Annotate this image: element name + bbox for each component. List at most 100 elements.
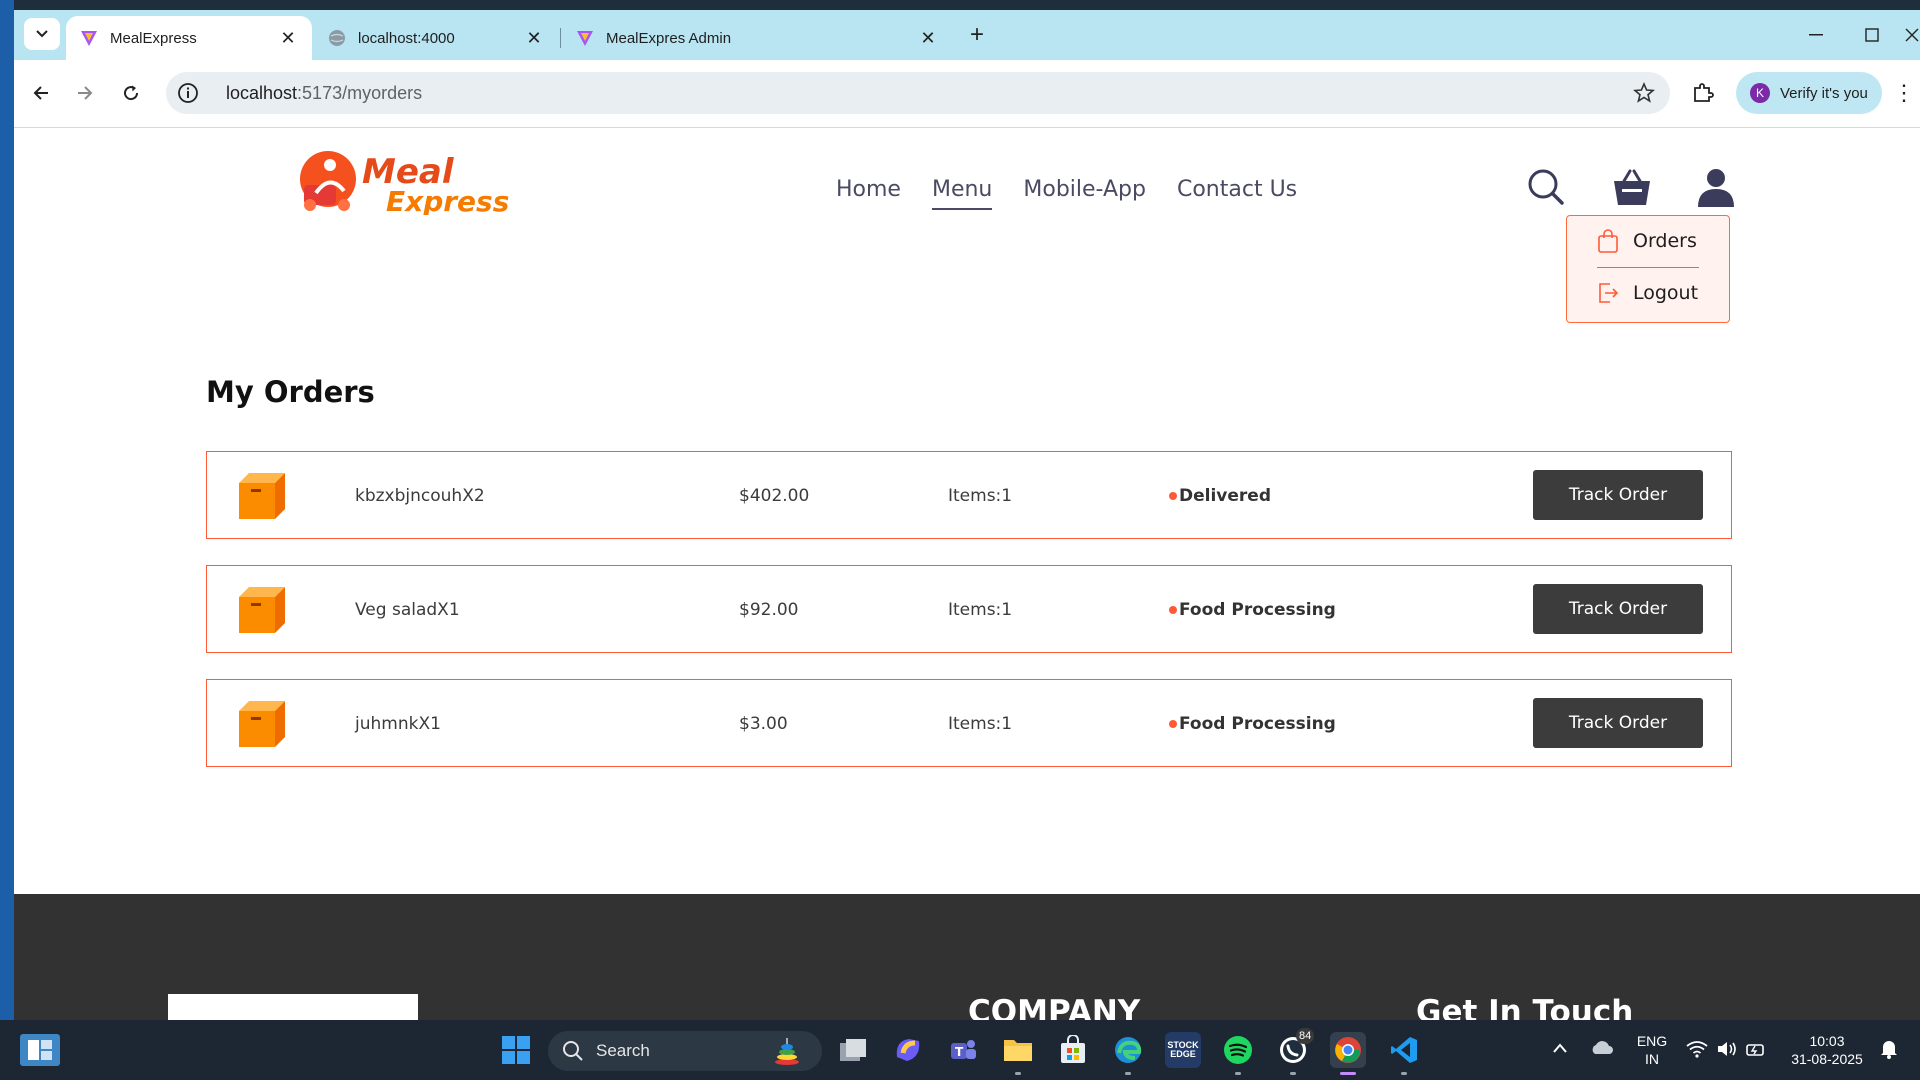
teams-icon[interactable]: T <box>945 1032 981 1068</box>
tab-admin[interactable]: MealExpres Admin ✕ <box>562 16 952 60</box>
reload-button[interactable] <box>114 76 148 110</box>
start-button[interactable] <box>498 1032 534 1068</box>
page-title: My Orders <box>206 375 375 409</box>
order-item-count: Items:1 <box>948 486 1013 506</box>
puzzle-icon <box>1694 83 1714 102</box>
running-indicator <box>1125 1072 1131 1075</box>
track-order-button[interactable]: Track Order <box>1533 584 1703 634</box>
task-view-icon[interactable] <box>836 1032 872 1068</box>
widgets-button[interactable] <box>20 1034 60 1066</box>
order-row: juhmnkX1 $3.00 Items:1 Food Processing T… <box>206 679 1732 767</box>
back-button[interactable] <box>24 76 58 110</box>
tab-title: localhost:4000 <box>358 29 455 47</box>
edge-icon[interactable] <box>1110 1032 1146 1068</box>
widgets-icon <box>28 1040 52 1060</box>
nav-contact-us[interactable]: Contact Us <box>1177 177 1297 210</box>
page-content: Meal Express Home Menu Mobile-App Contac… <box>14 129 1920 1020</box>
notification-bell-icon[interactable] <box>1878 1038 1900 1060</box>
close-icon[interactable]: ✕ <box>278 28 298 48</box>
copilot-icon[interactable] <box>890 1032 926 1068</box>
spotify-icon[interactable] <box>1220 1032 1256 1068</box>
main-nav: Home Menu Mobile-App Contact Us <box>836 177 1297 210</box>
chevron-down-icon <box>36 30 48 38</box>
forward-button[interactable] <box>68 76 102 110</box>
order-items: kbzxbjncouhX2 <box>355 486 485 506</box>
url-text[interactable]: localhost:5173/myorders <box>226 83 422 104</box>
close-icon[interactable]: ✕ <box>524 28 544 48</box>
track-order-button[interactable]: Track Order <box>1533 470 1703 520</box>
stock-edge-icon[interactable]: STOCK EDGE <box>1165 1032 1201 1068</box>
order-row: Veg saladX1 $92.00 Items:1 Food Processi… <box>206 565 1732 653</box>
verify-profile-button[interactable]: K Verify it's you <box>1736 72 1882 114</box>
status-dot <box>1169 720 1177 728</box>
volume-icon[interactable] <box>1716 1040 1738 1058</box>
tab-strip: MealExpress ✕ localhost:4000 ✕ MealExpre… <box>14 10 1920 60</box>
nav-mobile-app[interactable]: Mobile-App <box>1023 177 1146 210</box>
running-indicator <box>1290 1072 1296 1075</box>
status-badge: Delivered <box>1169 486 1271 506</box>
rings-toy-icon <box>775 1038 799 1065</box>
new-tab-button[interactable]: + <box>965 23 989 48</box>
extensions-button[interactable] <box>1686 76 1720 110</box>
basket-icon[interactable] <box>1612 167 1652 207</box>
windows-icon <box>502 1036 530 1064</box>
order-item-count: Items:1 <box>948 714 1013 734</box>
arrow-right-icon <box>78 86 93 100</box>
desktop-edge <box>0 0 14 1020</box>
footer-logo <box>168 994 418 1020</box>
active-indicator <box>1340 1072 1356 1075</box>
clock[interactable]: 10:03 31-08-2025 <box>1782 1032 1872 1068</box>
verify-label: Verify it's you <box>1780 84 1868 102</box>
track-order-button[interactable]: Track Order <box>1533 698 1703 748</box>
close-icon[interactable]: ✕ <box>918 28 938 48</box>
chrome-icon[interactable] <box>1330 1032 1366 1068</box>
tab-localhost[interactable]: localhost:4000 ✕ <box>314 16 558 60</box>
footer-company-title: COMPANY <box>968 994 1141 1020</box>
nav-home[interactable]: Home <box>836 177 901 210</box>
svg-text:Express: Express <box>386 185 509 215</box>
search-icon[interactable] <box>1526 167 1566 207</box>
vite-icon <box>80 29 98 47</box>
taskbar-search[interactable]: Search <box>548 1031 822 1071</box>
menu-kebab-icon[interactable]: ⋮ <box>1893 80 1915 106</box>
vite-icon <box>576 29 594 47</box>
wifi-icon[interactable] <box>1686 1040 1708 1058</box>
address-bar[interactable]: localhost:5173/myorders <box>166 72 1670 114</box>
tab-search-button[interactable] <box>24 18 60 50</box>
battery-icon[interactable] <box>1746 1040 1766 1058</box>
vscode-icon[interactable] <box>1386 1032 1422 1068</box>
footer: COMPANY Get In Touch <box>14 894 1920 1020</box>
tab-title: MealExpress <box>110 29 197 47</box>
maximize-button[interactable] <box>1852 22 1892 48</box>
site-info-icon[interactable] <box>176 81 200 105</box>
tab-mealexpress[interactable]: MealExpress ✕ <box>66 16 312 60</box>
store-icon[interactable] <box>1055 1032 1091 1068</box>
avatar: K <box>1750 83 1770 103</box>
status-dot <box>1169 606 1177 614</box>
order-amount: $92.00 <box>739 600 799 620</box>
svg-text:T: T <box>955 1045 964 1059</box>
taskbar: Search T STOCK EDGE 84 ENG IN 10:03 31-0… <box>0 1020 1920 1080</box>
order-amount: $402.00 <box>739 486 810 506</box>
file-explorer-icon[interactable] <box>1000 1032 1036 1068</box>
close-window-button[interactable] <box>1904 22 1920 48</box>
profile-icon[interactable] <box>1696 167 1736 207</box>
language-indicator[interactable]: ENG IN <box>1632 1032 1672 1068</box>
mealexpress-logo[interactable]: Meal Express <box>286 143 526 215</box>
search-icon <box>563 1041 583 1061</box>
footer-contact-title: Get In Touch <box>1416 994 1634 1020</box>
browser-toolbar: localhost:5173/myorders K Verify it's yo… <box>14 60 1920 128</box>
minimize-button[interactable] <box>1796 22 1836 48</box>
logout-icon <box>1599 283 1619 303</box>
nav-menu[interactable]: Menu <box>931 177 993 210</box>
dropdown-logout[interactable]: Logout <box>1597 281 1698 305</box>
bookmark-star-icon[interactable] <box>1632 81 1656 105</box>
parcel-icon <box>239 473 285 519</box>
browser-window: MealExpress ✕ localhost:4000 ✕ MealExpre… <box>14 10 1920 1020</box>
dropdown-orders[interactable]: Orders <box>1597 229 1697 253</box>
onedrive-icon[interactable] <box>1590 1038 1614 1058</box>
order-row: kbzxbjncouhX2 $402.00 Items:1 Delivered … <box>206 451 1732 539</box>
arrow-left-icon <box>33 86 48 100</box>
profile-dropdown: Orders Logout <box>1566 215 1730 323</box>
chevron-up-icon[interactable] <box>1552 1042 1568 1054</box>
